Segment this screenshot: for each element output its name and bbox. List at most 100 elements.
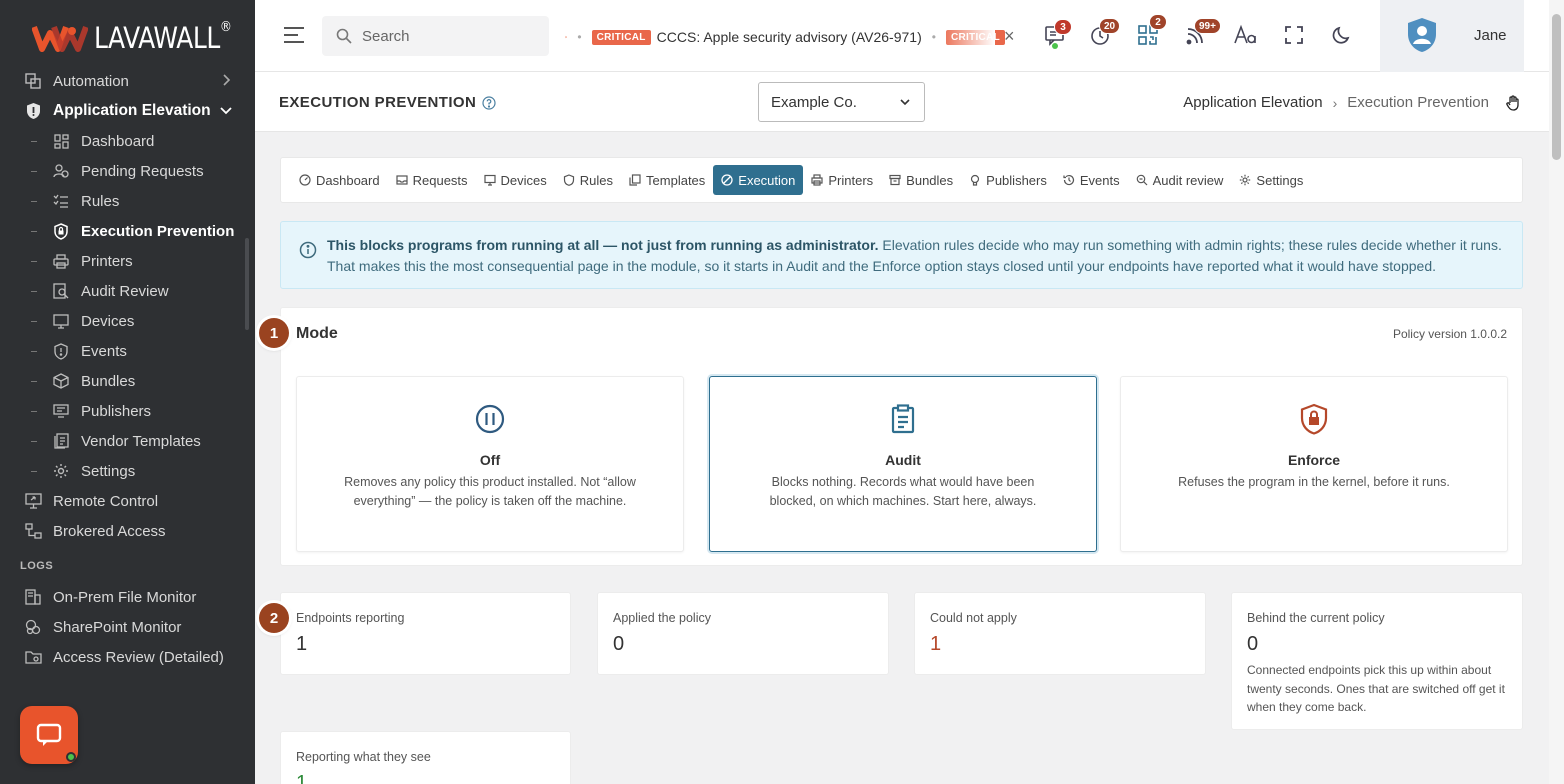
sidebar-item-label: Settings xyxy=(81,462,136,480)
mode-title: Mode xyxy=(296,325,338,342)
mode-option-desc: Removes any policy this product installe… xyxy=(344,475,636,508)
pending-icon xyxy=(52,162,70,180)
sidebar-item-pending-requests[interactable]: Pending Requests xyxy=(0,156,255,186)
ticker-close-button[interactable]: × xyxy=(1004,26,1015,47)
tab-settings[interactable]: Settings xyxy=(1231,165,1311,195)
fullscreen-button[interactable] xyxy=(1281,22,1307,48)
page-scrollbar[interactable] xyxy=(1549,0,1564,784)
tab-events[interactable]: Events xyxy=(1055,165,1128,195)
tab-bundles[interactable]: Bundles xyxy=(881,165,961,195)
sidebar-item-sharepoint-monitor[interactable]: SharePoint Monitor xyxy=(0,612,255,642)
automation-icon xyxy=(24,72,42,90)
alert-shield-icon xyxy=(52,342,70,360)
news-ticker[interactable]: • CRITICAL CCCS: Apple security advisory… xyxy=(565,26,1005,48)
template-icon xyxy=(52,432,70,450)
sharepoint-icon xyxy=(24,618,42,636)
mode-option-enforce[interactable]: Enforce Refuses the program in the kerne… xyxy=(1120,376,1508,552)
sidebar-item-events[interactable]: Events xyxy=(0,336,255,366)
chevron-right-icon xyxy=(223,74,231,86)
search-doc-icon xyxy=(1136,174,1148,186)
ticker-text[interactable]: CCCS: Apple security advisory (AV26-971) xyxy=(657,29,922,45)
remote-icon xyxy=(24,492,42,510)
sidebar-item-dashboard[interactable]: Dashboard xyxy=(0,126,255,156)
tab-printers[interactable]: Printers xyxy=(803,165,881,195)
sidebar-item-printers[interactable]: Printers xyxy=(0,246,255,276)
chat-icon xyxy=(36,723,62,746)
inbox-icon xyxy=(396,175,408,185)
messages-button[interactable]: 3 xyxy=(1042,19,1072,49)
tab-execution[interactable]: Execution xyxy=(713,165,804,195)
info-banner: This blocks programs from running at all… xyxy=(280,221,1523,289)
tab-requests[interactable]: Requests xyxy=(388,165,476,195)
sidebar-item-devices[interactable]: Devices xyxy=(0,306,255,336)
tab-label: Requests xyxy=(412,172,468,188)
sidebar-item-publishers[interactable]: Publishers xyxy=(0,396,255,426)
tab-templates[interactable]: Templates xyxy=(621,165,713,195)
sidebar-item-rules[interactable]: Rules xyxy=(0,186,255,216)
stat-label: Reporting what they see xyxy=(296,750,431,764)
avatar xyxy=(1408,18,1436,52)
sidebar-scrollbar[interactable] xyxy=(245,238,249,330)
feed-button[interactable]: 99+ xyxy=(1183,18,1221,48)
font-size-button[interactable] xyxy=(1232,22,1258,48)
company-select-value: Example Co. xyxy=(771,93,857,111)
tab-audit-review[interactable]: Audit review xyxy=(1128,165,1232,195)
sidebar-item-label: Publishers xyxy=(81,402,152,420)
hamburger-icon[interactable] xyxy=(283,26,305,44)
policy-version: Policy version 1.0.0.2 xyxy=(1392,327,1507,341)
sidebar-item-label: Rules xyxy=(81,192,120,210)
tab-devices[interactable]: Devices xyxy=(476,165,555,195)
sidebar-item-settings[interactable]: Settings xyxy=(0,456,255,486)
sidebar-item-label: Automation xyxy=(53,72,129,90)
tab-publishers[interactable]: Publishers xyxy=(961,165,1055,195)
mode-option-name: Audit xyxy=(885,452,921,468)
sidebar-item-execution-prevention[interactable]: Execution Prevention xyxy=(0,216,255,246)
qr-button[interactable]: 2 xyxy=(1135,14,1167,48)
sidebar-item-label: Brokered Access xyxy=(53,522,166,540)
mode-option-name: Off xyxy=(479,452,501,468)
stat-label: Could not apply xyxy=(930,611,1017,625)
sidebar-item-on-prem-file-monitor[interactable]: On-Prem File Monitor xyxy=(0,582,255,612)
info-icon xyxy=(299,241,317,259)
sidebar-item-label: Events xyxy=(81,342,127,360)
gear-icon xyxy=(1240,174,1251,186)
help-icon[interactable] xyxy=(482,95,496,110)
breadcrumb-link[interactable]: Application Elevation xyxy=(1183,94,1322,111)
user-menu[interactable]: Jane xyxy=(1380,0,1524,72)
logo[interactable]: LAVAWALL® xyxy=(32,18,254,58)
sidebar-item-vendor-templates[interactable]: Vendor Templates xyxy=(0,426,255,456)
sidebar-nav: Automation Application Elevation Dashboa… xyxy=(0,66,255,672)
company-select[interactable]: Example Co. xyxy=(758,82,925,122)
dashboard-icon xyxy=(299,174,311,186)
dark-mode-button[interactable] xyxy=(1329,22,1355,48)
feed-badge: 99+ xyxy=(1194,18,1221,34)
mode-option-audit[interactable]: Audit Blocks nothing. Records what would… xyxy=(709,376,1097,552)
qr-badge: 2 xyxy=(1149,14,1167,30)
page-title-text: EXECUTION PREVENTION xyxy=(279,94,477,111)
sidebar-item-application-elevation[interactable]: Application Elevation xyxy=(0,96,255,126)
search-input[interactable]: Search xyxy=(322,16,549,56)
timer-button[interactable]: 20 xyxy=(1087,18,1121,48)
monitor-icon xyxy=(52,312,70,330)
stat-endpoints-reporting: Endpoints reporting 1 xyxy=(280,592,571,675)
stat-label: Behind the current policy xyxy=(1247,611,1385,625)
stat-value: 1 xyxy=(296,633,308,655)
sidebar-item-automation[interactable]: Automation xyxy=(0,66,255,96)
stat-value: 0 xyxy=(1247,633,1259,655)
sidebar-item-bundles[interactable]: Bundles xyxy=(0,366,255,396)
step-badge-2: 2 xyxy=(259,603,289,633)
tab-label: Dashboard xyxy=(316,172,380,188)
stat-label: Applied the policy xyxy=(613,611,711,625)
scrollbar-thumb[interactable] xyxy=(1552,14,1561,160)
sidebar-item-audit-review[interactable]: Audit Review xyxy=(0,276,255,306)
mode-option-off[interactable]: Off Removes any policy this product inst… xyxy=(296,376,684,552)
sidebar-item-remote-control[interactable]: Remote Control xyxy=(0,486,255,516)
shield-icon xyxy=(563,174,574,186)
sidebar-item-access-review-detailed[interactable]: Access Review (Detailed) xyxy=(0,642,255,672)
audit-icon xyxy=(52,282,70,300)
sidebar-item-brokered-access[interactable]: Brokered Access xyxy=(0,516,255,546)
rss-icon xyxy=(565,36,568,39)
tab-rules[interactable]: Rules xyxy=(555,165,621,195)
tab-label: Settings xyxy=(1256,172,1304,188)
tab-dashboard[interactable]: Dashboard xyxy=(291,165,388,195)
